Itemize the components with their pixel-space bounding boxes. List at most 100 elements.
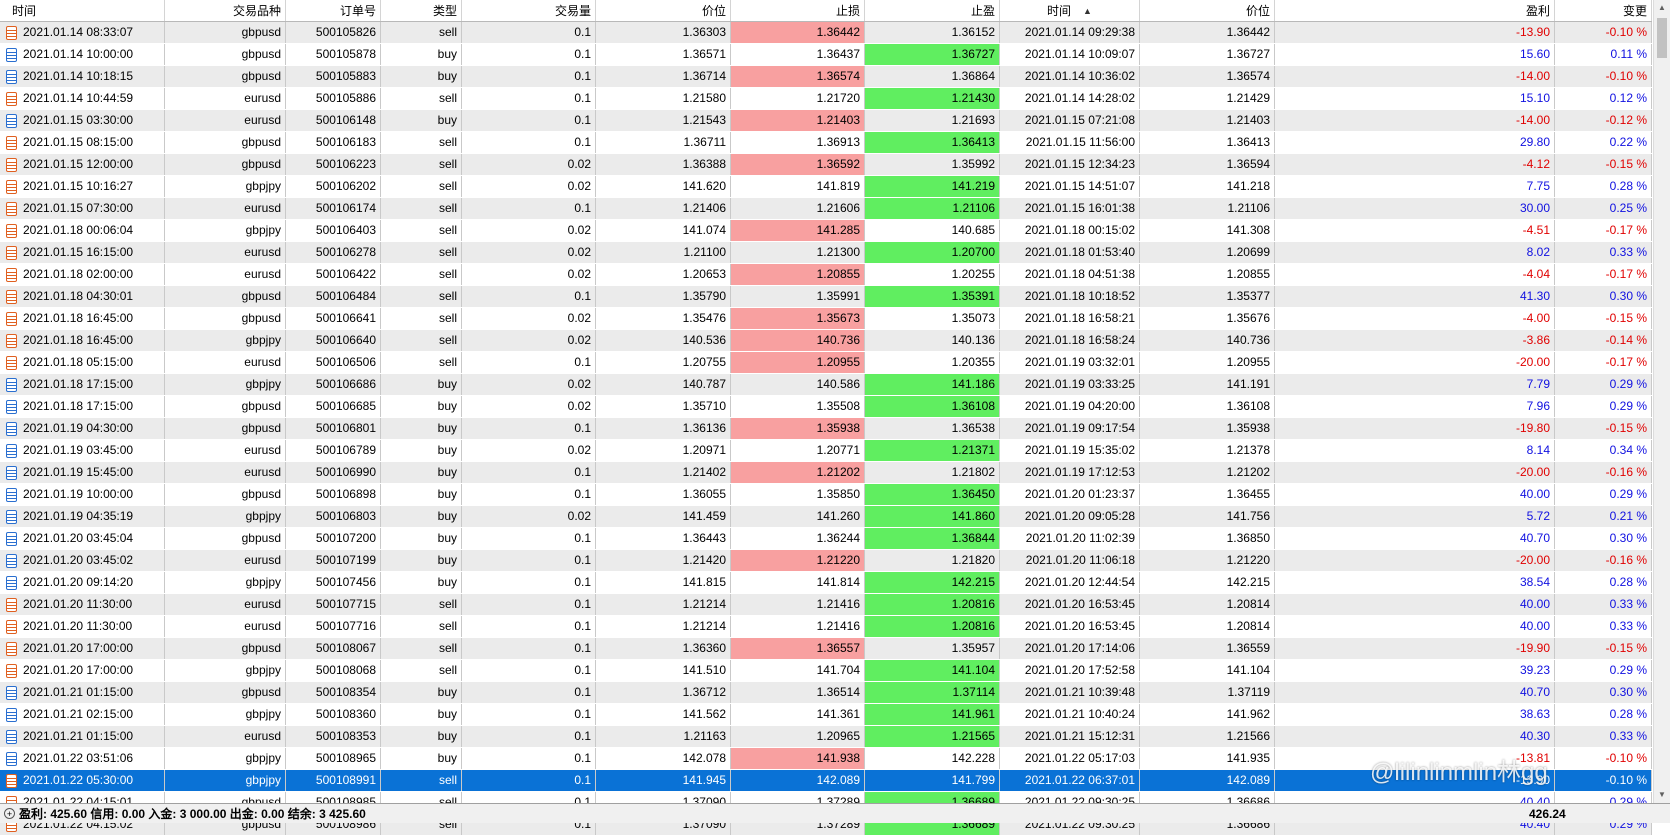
cell-text: 2021.01.15 12:00:00: [23, 157, 134, 171]
cell-change: 0.33 %: [1555, 242, 1652, 263]
cell-text: 0.28 %: [1609, 179, 1647, 193]
scroll-thumb[interactable]: [1657, 18, 1667, 58]
col-change-header[interactable]: 变更: [1555, 0, 1652, 21]
cell-text: 8.14: [1526, 443, 1550, 457]
table-row[interactable]: 2021.01.20 03:45:04 gbpusd 500107200 buy 0.1…: [0, 528, 1652, 550]
cell-open-price: 1.20971: [596, 440, 731, 461]
vertical-scrollbar[interactable]: ▲ ▼: [1653, 0, 1670, 803]
table-row[interactable]: 2021.01.18 17:15:00 gbpusd 500106685 buy 0.0…: [0, 396, 1652, 418]
cell-open-price: 141.459: [596, 506, 731, 527]
table-row[interactable]: 2021.01.22 03:51:06 gbpjpy 500108965 buy 0.1…: [0, 748, 1652, 770]
table-row[interactable]: 2021.01.19 04:35:19 gbpjpy 500106803 buy 0.0…: [0, 506, 1652, 528]
buy-order-icon: [6, 685, 17, 700]
cell-open-price: 1.36055: [596, 484, 731, 505]
cell-text: 7.79: [1526, 377, 1550, 391]
table-row[interactable]: 2021.01.20 17:00:00 gbpusd 500108067 sell 0.…: [0, 638, 1652, 660]
cell-text: 500106148: [315, 113, 376, 127]
table-row[interactable]: 2021.01.14 10:00:00 gbpusd 500105878 buy 0.1…: [0, 44, 1652, 66]
cell-text: buy: [437, 685, 457, 699]
table-row[interactable]: 2021.01.15 03:30:00 eurusd 500106148 buy 0.1…: [0, 110, 1652, 132]
table-row[interactable]: 2021.01.18 17:15:00 gbpjpy 500106686 buy 0.0…: [0, 374, 1652, 396]
col-close-time-header[interactable]: 时间 ▲: [1000, 0, 1140, 21]
table-row[interactable]: 2021.01.19 03:45:00 eurusd 500106789 buy 0.0…: [0, 440, 1652, 462]
cell-close-time: 2021.01.22 05:17:03: [1000, 748, 1140, 769]
table-row[interactable]: 2021.01.18 00:06:04 gbpjpy 500106403 sell 0.…: [0, 220, 1652, 242]
table-row[interactable]: 2021.01.19 04:30:00 gbpusd 500106801 buy 0.1…: [0, 418, 1652, 440]
cell-change: -0.15 %: [1555, 638, 1652, 659]
table-row[interactable]: 2021.01.15 08:15:00 gbpusd 500106183 sell 0.…: [0, 132, 1652, 154]
cell-stop-loss: 1.35850: [731, 484, 865, 505]
table-row[interactable]: 2021.01.15 12:00:00 gbpusd 500106223 sell 0.…: [0, 154, 1652, 176]
cell-text: 1.21371: [951, 443, 995, 457]
cell-text: 141.935: [1226, 751, 1270, 765]
table-row[interactable]: 2021.01.18 02:00:00 eurusd 500106422 sell 0.…: [0, 264, 1652, 286]
cell-text: gbpusd: [241, 69, 281, 83]
col-type-header[interactable]: 类型: [381, 0, 462, 21]
table-row[interactable]: 2021.01.18 16:45:00 gbpjpy 500106640 sell 0.…: [0, 330, 1652, 352]
table-row[interactable]: 2021.01.14 08:33:07 gbpusd 500105826 sell 0.…: [0, 22, 1652, 44]
col-profit-header[interactable]: 盈利: [1275, 0, 1555, 21]
cell-close-time: 2021.01.20 01:23:37: [1000, 484, 1140, 505]
table-row[interactable]: 2021.01.15 07:30:00 eurusd 500106174 sell 0.…: [0, 198, 1652, 220]
expand-toggle-icon[interactable]: +: [4, 808, 15, 819]
table-row[interactable]: 2021.01.20 09:14:20 gbpjpy 500107456 buy 0.1…: [0, 572, 1652, 594]
table-row[interactable]: 2021.01.19 15:45:00 eurusd 500106990 buy 0.1…: [0, 462, 1652, 484]
table-row[interactable]: 2021.01.20 11:30:00 eurusd 500107716 sell 0.…: [0, 616, 1652, 638]
col-open-time-header[interactable]: 时间: [0, 0, 165, 21]
table-row[interactable]: 2021.01.20 03:45:02 eurusd 500107199 buy 0.1…: [0, 550, 1652, 572]
col-order-header[interactable]: 订单号: [286, 0, 381, 21]
col-open-price-header[interactable]: 价位: [596, 0, 731, 21]
table-row[interactable]: 2021.01.14 10:44:59 eurusd 500105886 sell 0.…: [0, 88, 1652, 110]
cell-profit: -13.90: [1275, 770, 1555, 791]
table-row[interactable]: 2021.01.22 05:30:00 gbpjpy 500108991 sell 0.…: [0, 770, 1652, 792]
cell-volume: 0.1: [462, 198, 596, 219]
scroll-up-arrow-icon[interactable]: ▲: [1654, 0, 1670, 16]
cell-change: 0.33 %: [1555, 594, 1652, 615]
cell-text: 2021.01.15 12:34:23: [1024, 157, 1135, 171]
scroll-down-arrow-icon[interactable]: ▼: [1654, 787, 1670, 803]
cell-text: 0.1: [574, 751, 591, 765]
cell-text: -19.80: [1515, 421, 1550, 435]
table-row[interactable]: 2021.01.21 02:15:00 gbpjpy 500108360 buy 0.1…: [0, 704, 1652, 726]
table-row[interactable]: 2021.01.15 16:15:00 eurusd 500106278 sell 0.…: [0, 242, 1652, 264]
table-row[interactable]: 2021.01.18 16:45:00 gbpusd 500106641 sell 0.…: [0, 308, 1652, 330]
cell-order-type: sell: [381, 770, 462, 791]
table-row[interactable]: 2021.01.19 10:00:00 gbpusd 500106898 buy 0.1…: [0, 484, 1652, 506]
cell-text: buy: [437, 443, 457, 457]
cell-volume: 0.1: [462, 726, 596, 747]
cell-text: 0.02: [567, 509, 591, 523]
table-row[interactable]: 2021.01.14 10:18:15 gbpusd 500105883 buy 0.1…: [0, 66, 1652, 88]
cell-text: 2021.01.15 08:15:00: [23, 135, 134, 149]
col-stop-loss-header[interactable]: 止损: [731, 0, 865, 21]
col-symbol-header[interactable]: 交易品种: [165, 0, 286, 21]
cell-text: 0.30 %: [1609, 531, 1647, 545]
col-take-profit-header[interactable]: 止盈: [865, 0, 1000, 21]
cell-open-time: 2021.01.18 16:45:00: [0, 330, 165, 351]
cell-text: 500108360: [315, 707, 376, 721]
table-row[interactable]: 2021.01.15 10:16:27 gbpjpy 500106202 sell 0.…: [0, 176, 1652, 198]
table-row[interactable]: 2021.01.20 17:00:00 gbpjpy 500108068 sell 0.…: [0, 660, 1652, 682]
cell-symbol: gbpusd: [165, 66, 286, 87]
cell-text: 141.260: [816, 509, 860, 523]
col-close-price-header[interactable]: 价位: [1140, 0, 1275, 21]
cell-take-profit: 1.21565: [865, 726, 1000, 747]
cell-order-number: 500106801: [286, 418, 381, 439]
table-row[interactable]: 2021.01.20 11:30:00 eurusd 500107715 sell 0.…: [0, 594, 1652, 616]
cell-text: 2021.01.18 02:00:00: [23, 267, 134, 281]
table-row[interactable]: 2021.01.18 04:30:01 gbpusd 500106484 sell 0.…: [0, 286, 1652, 308]
cell-text: 0.1: [574, 487, 591, 501]
cell-text: 500106803: [315, 509, 376, 523]
table-row[interactable]: 2021.01.21 01:15:00 gbpusd 500108354 buy 0.1…: [0, 682, 1652, 704]
cell-text: 1.20955: [816, 355, 860, 369]
cell-symbol: gbpjpy: [165, 330, 286, 351]
table-row[interactable]: 2021.01.21 01:15:00 eurusd 500108353 buy 0.1…: [0, 726, 1652, 748]
cell-symbol: gbpjpy: [165, 220, 286, 241]
cell-order-type: sell: [381, 638, 462, 659]
cell-text: 500106506: [315, 355, 376, 369]
table-row[interactable]: 2021.01.18 05:15:00 eurusd 500106506 sell 0.…: [0, 352, 1652, 374]
cell-take-profit: 1.36413: [865, 132, 1000, 153]
col-volume-header[interactable]: 交易量: [462, 0, 596, 21]
cell-text: buy: [437, 509, 457, 523]
cell-text: -0.14 %: [1605, 333, 1647, 347]
cell-symbol: gbpusd: [165, 22, 286, 43]
